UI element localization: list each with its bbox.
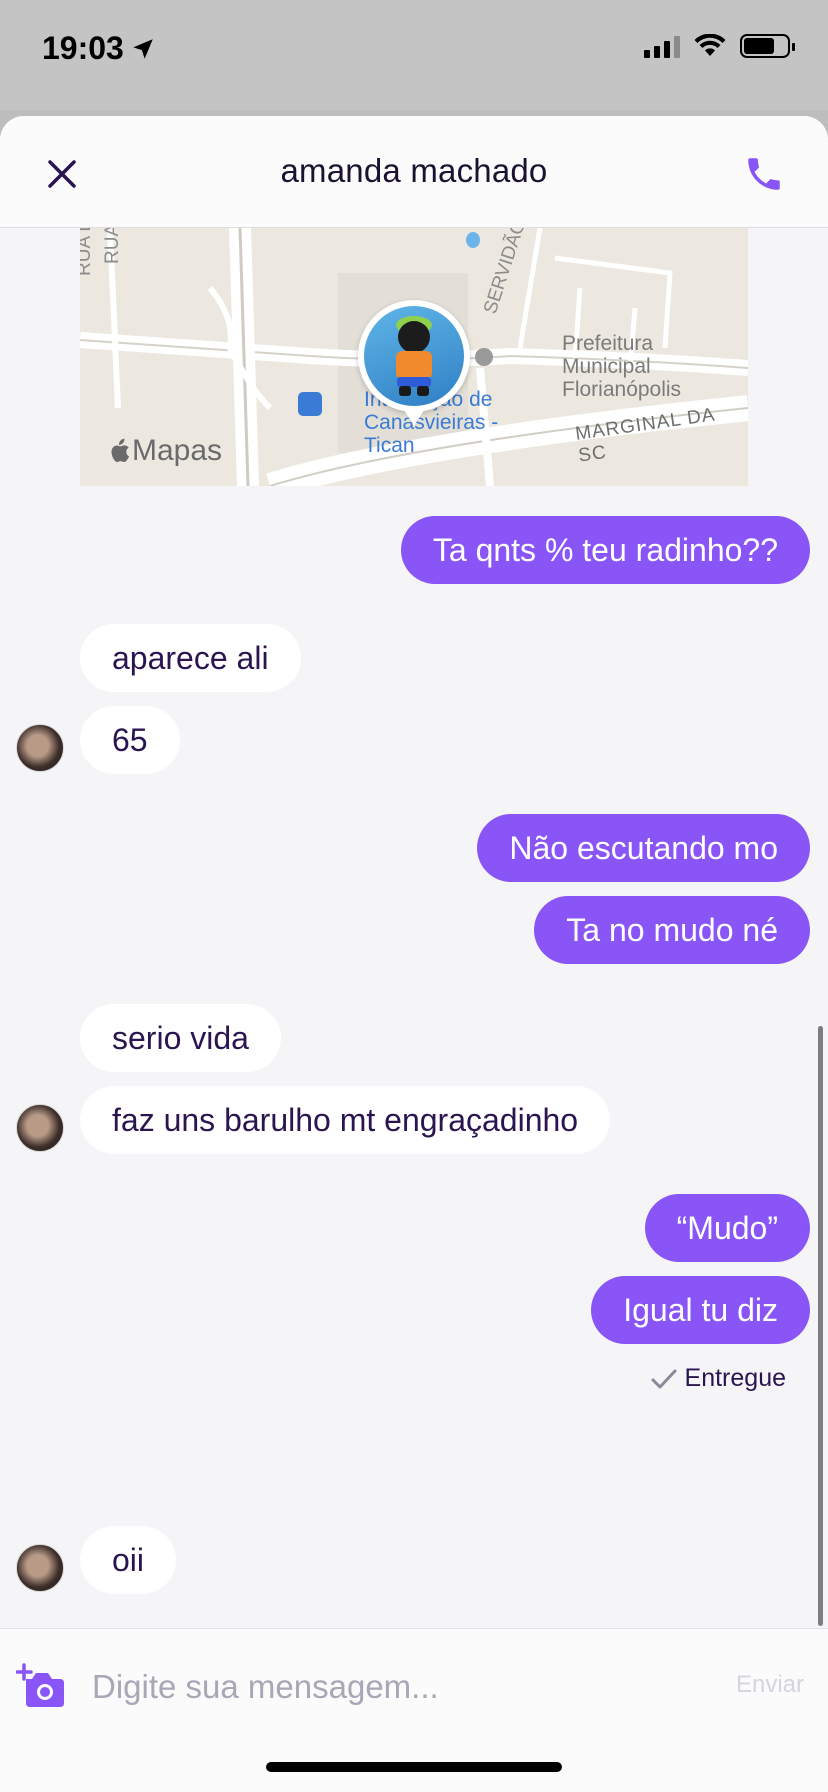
avatar-figure-icon [396, 316, 432, 396]
shared-location-map[interactable]: RUA L RUA SERVIDÃO B MARGINAL DA SC Pref… [80, 228, 748, 486]
map-poi-label: Prefeitura Municipal Florianópolis [562, 332, 682, 401]
wifi-icon [694, 34, 726, 56]
battery-icon [740, 34, 795, 58]
status-time: 19:03 [42, 30, 156, 67]
send-button[interactable]: Enviar [736, 1671, 804, 1699]
location-avatar-pin [358, 300, 470, 426]
contact-avatar[interactable] [16, 1544, 64, 1592]
chat-header: amanda machado [0, 116, 828, 228]
contact-avatar[interactable] [16, 724, 64, 772]
status-indicators [644, 34, 795, 58]
home-indicator [266, 1762, 562, 1772]
cellular-signal-icon [644, 34, 680, 58]
message-bubble-received[interactable]: faz uns barulho mt engraçadinho [80, 1086, 611, 1154]
call-button[interactable] [740, 150, 788, 198]
camera-button[interactable] [15, 1663, 66, 1709]
message-bubble-received[interactable]: serio vida [80, 1004, 281, 1072]
checkmark-icon [651, 1369, 677, 1388]
chat-title: amanda machado [280, 152, 548, 189]
status-time-label: 19:03 [42, 30, 124, 66]
maps-watermark-label: Mapas [132, 434, 223, 467]
message-bubble-sent[interactable]: “Mudo” [644, 1194, 810, 1262]
message-input[interactable] [92, 1659, 692, 1715]
status-bar: 19:03 [0, 0, 828, 110]
chat-sheet: amanda machado RUA L RUA SERVIDÃO B [0, 116, 828, 1792]
location-arrow-icon [133, 38, 153, 59]
message-bubble-sent[interactable]: Não escutando mo [477, 814, 810, 882]
message-bubble-received[interactable]: 65 [80, 706, 180, 774]
apple-icon [111, 438, 129, 462]
map-street-label: RUA [102, 228, 123, 264]
bitmoji-avatar [364, 306, 464, 406]
message-bubble-sent[interactable]: Ta qnts % teu radinho?? [400, 516, 810, 584]
message-bubble-sent[interactable]: Ta no mudo né [534, 896, 810, 964]
phone-icon [748, 158, 780, 190]
message-bubble-received[interactable]: oii [80, 1526, 177, 1594]
camera-add-icon [15, 1663, 64, 1707]
delivery-status-label: Entregue [684, 1364, 786, 1392]
scrollbar[interactable] [818, 1026, 823, 1626]
message-bubble-received[interactable]: aparece ali [80, 624, 301, 692]
delivery-status: Entregue [651, 1364, 786, 1393]
message-bubble-sent[interactable]: Igual tu diz [591, 1276, 810, 1344]
map-street-label: RUA L [80, 228, 95, 276]
contact-avatar[interactable] [16, 1104, 64, 1152]
maps-watermark: Mapas [108, 434, 222, 468]
